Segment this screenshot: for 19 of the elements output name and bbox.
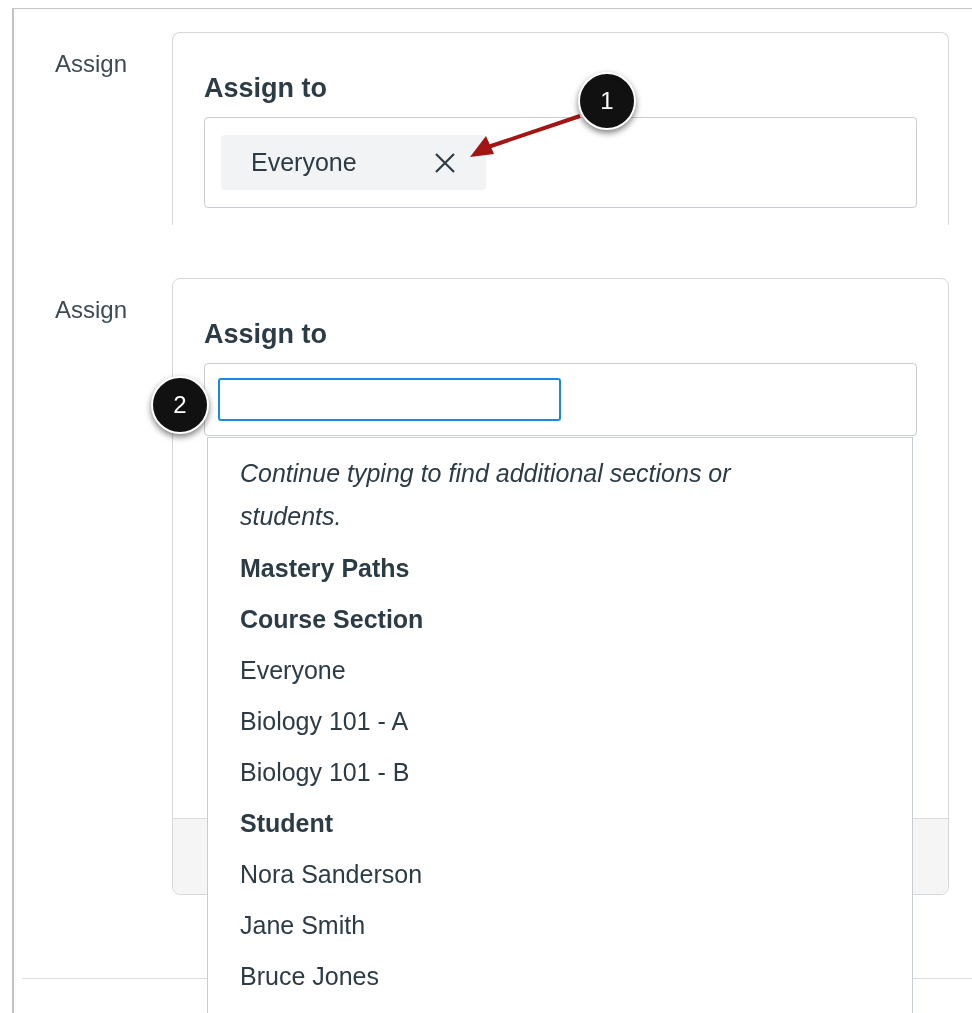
callout-badge: 2: [151, 376, 209, 434]
group-heading: Student: [240, 808, 334, 839]
token-label: Everyone: [251, 148, 357, 177]
dropdown-option[interactable]: Jane Smith: [240, 900, 366, 951]
assign-label: Assign: [55, 296, 128, 324]
dropdown-option[interactable]: Bruce Jones: [240, 951, 379, 1002]
close-icon[interactable]: [434, 151, 456, 174]
group-heading: Mastery Paths: [240, 553, 410, 584]
assign-field[interactable]: Everyone: [204, 117, 917, 208]
assign-heading: Assign to: [204, 318, 327, 351]
assign-heading: Assign to: [204, 72, 327, 105]
dropdown-option[interactable]: Nora Sanderson: [240, 849, 423, 900]
hint-text: Continue typing to find additional sections or students.: [240, 458, 733, 532]
group-heading: Course Section: [240, 604, 424, 635]
dropdown-option[interactable]: Biology 101 - B: [240, 747, 410, 798]
dropdown-option[interactable]: Biology 101 - A: [240, 696, 409, 747]
search-input[interactable]: [218, 378, 561, 421]
assign-label: Assign: [55, 50, 128, 78]
dropdown-option[interactable]: Everyone: [240, 645, 346, 696]
